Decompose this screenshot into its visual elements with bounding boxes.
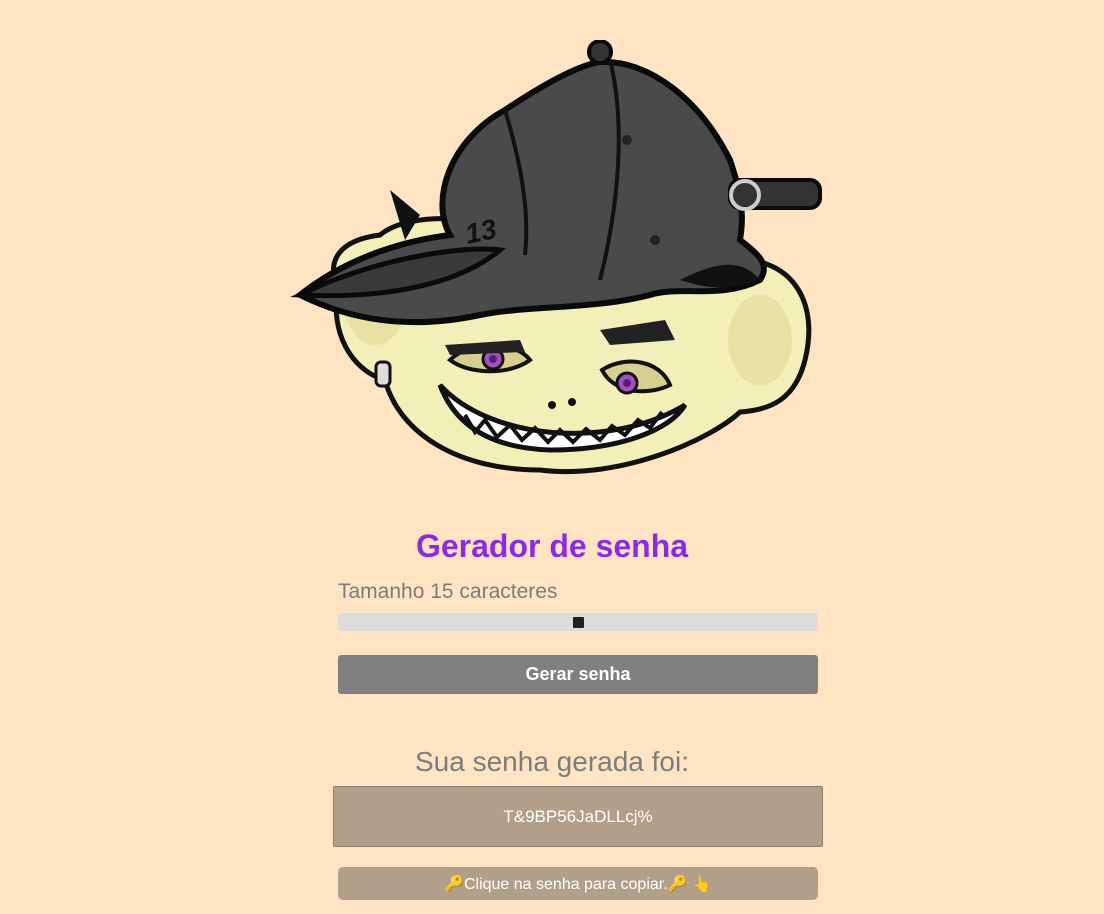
slider-thumb[interactable] (573, 617, 584, 628)
length-label: Tamanho 15 caracteres (338, 580, 558, 603)
monkey-mascot-icon: 13 (290, 40, 822, 474)
logo: 13 (290, 40, 830, 480)
generate-password-button[interactable]: Gerar senha (338, 655, 818, 694)
page-title: Gerador de senha (415, 528, 689, 564)
length-slider[interactable] (338, 613, 818, 631)
copy-hint: 🔑Clique na senha para copiar.🔑 👆 (338, 867, 818, 900)
generated-password[interactable]: T&9BP56JaDLLcj% (333, 786, 823, 847)
result-title: Sua senha gerada foi: (415, 746, 689, 777)
